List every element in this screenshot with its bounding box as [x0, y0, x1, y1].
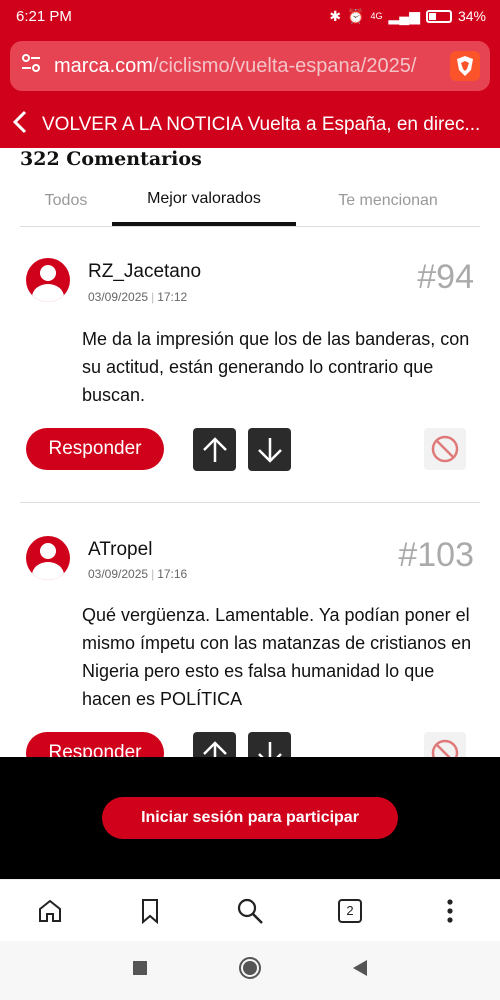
home-button[interactable]: [30, 891, 70, 931]
downvote-button[interactable]: [248, 732, 291, 757]
arrow-up-icon: [202, 740, 227, 757]
tabs-button[interactable]: 2: [330, 891, 370, 931]
avatar[interactable]: [26, 258, 70, 302]
comment-divider: [20, 502, 480, 503]
status-bar: 6:21 PM ✱ ⏰ 4G ▂▄▆ 34%: [0, 0, 500, 32]
reply-button[interactable]: Responder: [26, 732, 164, 757]
home-icon: [39, 899, 61, 922]
url-bar[interactable]: marca.com/ciclismo/vuelta-espana/2025/: [10, 41, 490, 91]
avatar[interactable]: [26, 536, 70, 580]
comment-username[interactable]: RZ_Jacetano: [88, 261, 201, 283]
comment-meta: 03/09/2025 | 17:16: [88, 567, 188, 581]
comments-count-title: 322 Comentarios: [20, 148, 202, 170]
bookmark-icon: [142, 898, 158, 924]
comment-meta: 03/09/2025 | 17:12: [88, 290, 188, 304]
back-to-news-bar[interactable]: VOLVER A LA NOTICIA Vuelta a España, en …: [0, 102, 500, 148]
home-system-button[interactable]: [238, 956, 262, 985]
comment-item: ATropel 03/09/2025 | 17:16 #103 Qué vergüe…: [20, 534, 480, 757]
battery-icon: [425, 9, 452, 23]
login-button[interactable]: Iniciar sesión para participar: [102, 797, 398, 839]
comment-number: #94: [417, 258, 474, 296]
more-vert-icon: [447, 898, 453, 923]
signal-icon: ▂▄▆: [388, 7, 420, 24]
block-icon: [431, 435, 459, 463]
system-nav-bar: [0, 941, 500, 1000]
comment-text: Me da la impresión que los de las bander…: [82, 329, 470, 405]
tab-todos[interactable]: Todos: [20, 176, 112, 226]
comment-time: 17:16: [157, 567, 188, 581]
tab-te-mencionan[interactable]: Te mencionan: [296, 176, 480, 226]
comment-date: 03/09/2025: [88, 567, 149, 581]
search-icon: [237, 898, 263, 924]
tab-mejor-valorados[interactable]: Mejor valorados: [112, 176, 296, 226]
network-type: 4G: [370, 11, 383, 21]
back-to-news-label: VOLVER A LA NOTICIA Vuelta a España, en …: [42, 114, 481, 135]
report-button[interactable]: [424, 732, 466, 757]
back-chevron-icon[interactable]: [12, 110, 28, 140]
comment-date: 03/09/2025: [88, 290, 149, 304]
more-menu-button[interactable]: [430, 891, 470, 931]
comment-item: RZ_Jacetano 03/09/2025 | 17:12 #94 Me da l…: [20, 256, 480, 486]
comment-username[interactable]: ATropel: [88, 539, 152, 561]
arrow-down-icon: [257, 437, 282, 463]
report-button[interactable]: [424, 428, 466, 470]
status-icons: ✱ ⏰ 4G ▂▄▆ 34%: [329, 8, 486, 25]
search-button[interactable]: [230, 891, 270, 931]
upvote-button[interactable]: [193, 732, 236, 757]
upvote-button[interactable]: [193, 428, 236, 471]
bookmark-button[interactable]: [130, 891, 170, 931]
comment-text: Qué vergüenza. Lamentable. Ya podían pon…: [82, 605, 472, 709]
site-settings-icon[interactable]: [20, 52, 42, 80]
circle-icon: [239, 957, 261, 979]
comment-number: #103: [398, 536, 474, 574]
reply-button[interactable]: Responder: [26, 428, 164, 470]
url-path: /ciclismo/vuelta-espana/2025/: [152, 54, 417, 77]
arrow-down-icon: [257, 741, 282, 757]
browser-toolbar: marca.com/ciclismo/vuelta-espana/2025/: [0, 32, 500, 102]
browser-bottom-nav: 2: [0, 879, 500, 941]
tabs-count: 2: [338, 898, 362, 923]
brave-shield-icon[interactable]: [450, 51, 480, 81]
triangle-back-icon: [353, 960, 367, 976]
back-system-button[interactable]: [352, 959, 368, 982]
url-domain: marca.com: [54, 54, 153, 77]
alarm-icon: ⏰: [347, 7, 365, 24]
battery-level: 34%: [457, 8, 486, 24]
recents-button[interactable]: [132, 960, 148, 981]
bluetooth-icon: ✱: [329, 7, 342, 24]
arrow-up-icon: [202, 436, 227, 462]
login-overlay: Iniciar sesión para participar: [0, 757, 500, 879]
comment-tabs: Todos Mejor valorados Te mencionan: [20, 176, 480, 227]
square-icon: [133, 961, 147, 975]
url-text[interactable]: marca.com/ciclismo/vuelta-espana/2025/: [54, 55, 450, 78]
block-icon: [431, 739, 459, 757]
status-time: 6:21 PM: [16, 7, 72, 25]
comment-time: 17:12: [157, 290, 188, 304]
downvote-button[interactable]: [248, 428, 291, 471]
